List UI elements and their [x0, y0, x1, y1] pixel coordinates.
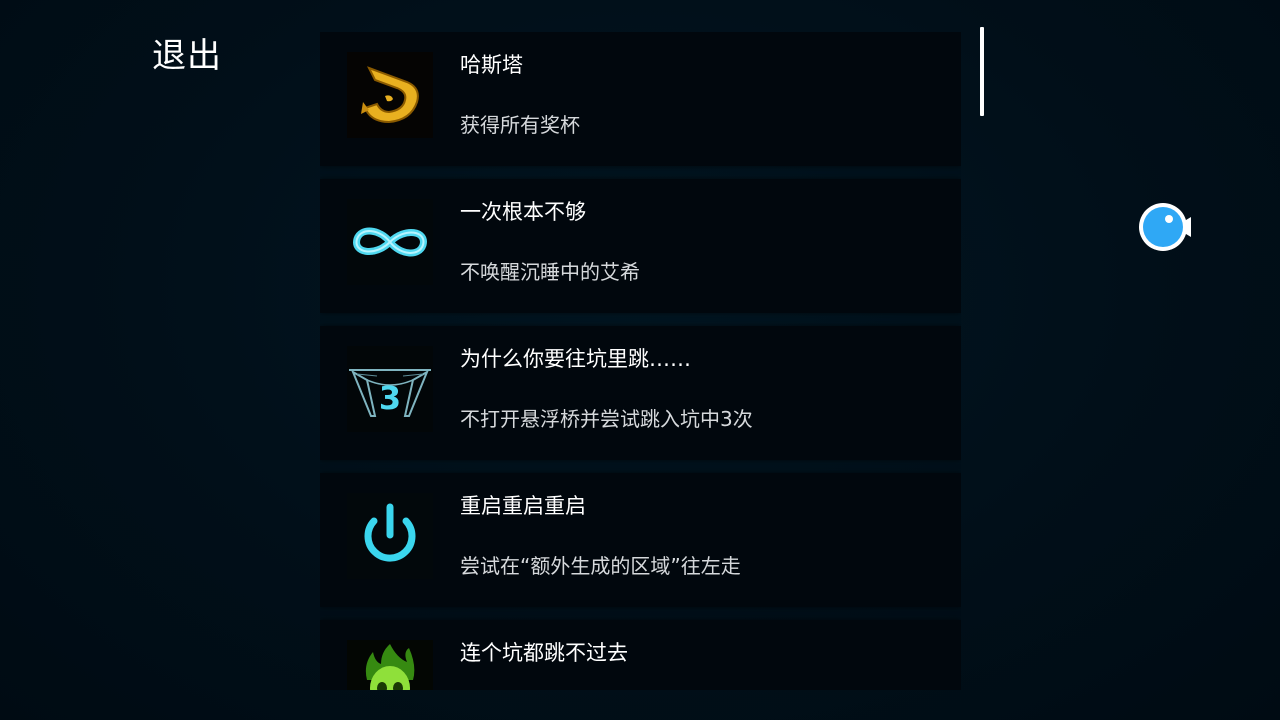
achievement-card[interactable]: 重启重启重启 尝试在“额外生成的区域”往左走: [320, 473, 961, 607]
achievement-card[interactable]: 连个坑都跳不过去: [320, 620, 961, 690]
green-skull-icon: [347, 640, 433, 690]
achievement-title: 哈斯塔: [460, 53, 523, 77]
golden-sigil-icon: [347, 52, 433, 138]
achievement-list[interactable]: 哈斯塔 获得所有奖杯 一次根本不够 不唤醒沉睡中的艾希 3 为什么你要往坑里跳……: [320, 32, 961, 690]
achievement-title: 重启重启重启: [460, 494, 586, 518]
badge-number: 3: [379, 379, 401, 417]
exit-button[interactable]: 退出: [152, 36, 222, 76]
achievement-description: 获得所有奖杯: [460, 113, 580, 137]
achievement-description: 不唤醒沉睡中的艾希: [460, 260, 640, 284]
achievement-card[interactable]: 哈斯塔 获得所有奖杯: [320, 32, 961, 166]
achievement-card[interactable]: 3 为什么你要往坑里跳…… 不打开悬浮桥并尝试跳入坑中3次: [320, 326, 961, 460]
achievement-description: 尝试在“额外生成的区域”往左走: [460, 554, 741, 578]
infinity-icon: [347, 199, 433, 285]
assistant-bubble-icon: [1139, 203, 1191, 251]
achievements-screen: 退出 哈斯塔 获得所有奖杯 一次根本不够 不唤醒沉睡中的艾希 3 为什么你要往坑…: [0, 0, 1280, 720]
power-icon: [347, 493, 433, 579]
achievement-description: 不打开悬浮桥并尝试跳入坑中3次: [460, 407, 753, 431]
achievement-title: 为什么你要往坑里跳……: [460, 347, 691, 371]
floating-assistant-button[interactable]: [1138, 202, 1192, 252]
pit-three-icon: 3: [347, 346, 433, 432]
achievement-title: 一次根本不够: [460, 200, 586, 224]
achievement-card[interactable]: 一次根本不够 不唤醒沉睡中的艾希: [320, 179, 961, 313]
list-scrollbar[interactable]: [980, 27, 984, 116]
achievement-title: 连个坑都跳不过去: [460, 641, 628, 665]
